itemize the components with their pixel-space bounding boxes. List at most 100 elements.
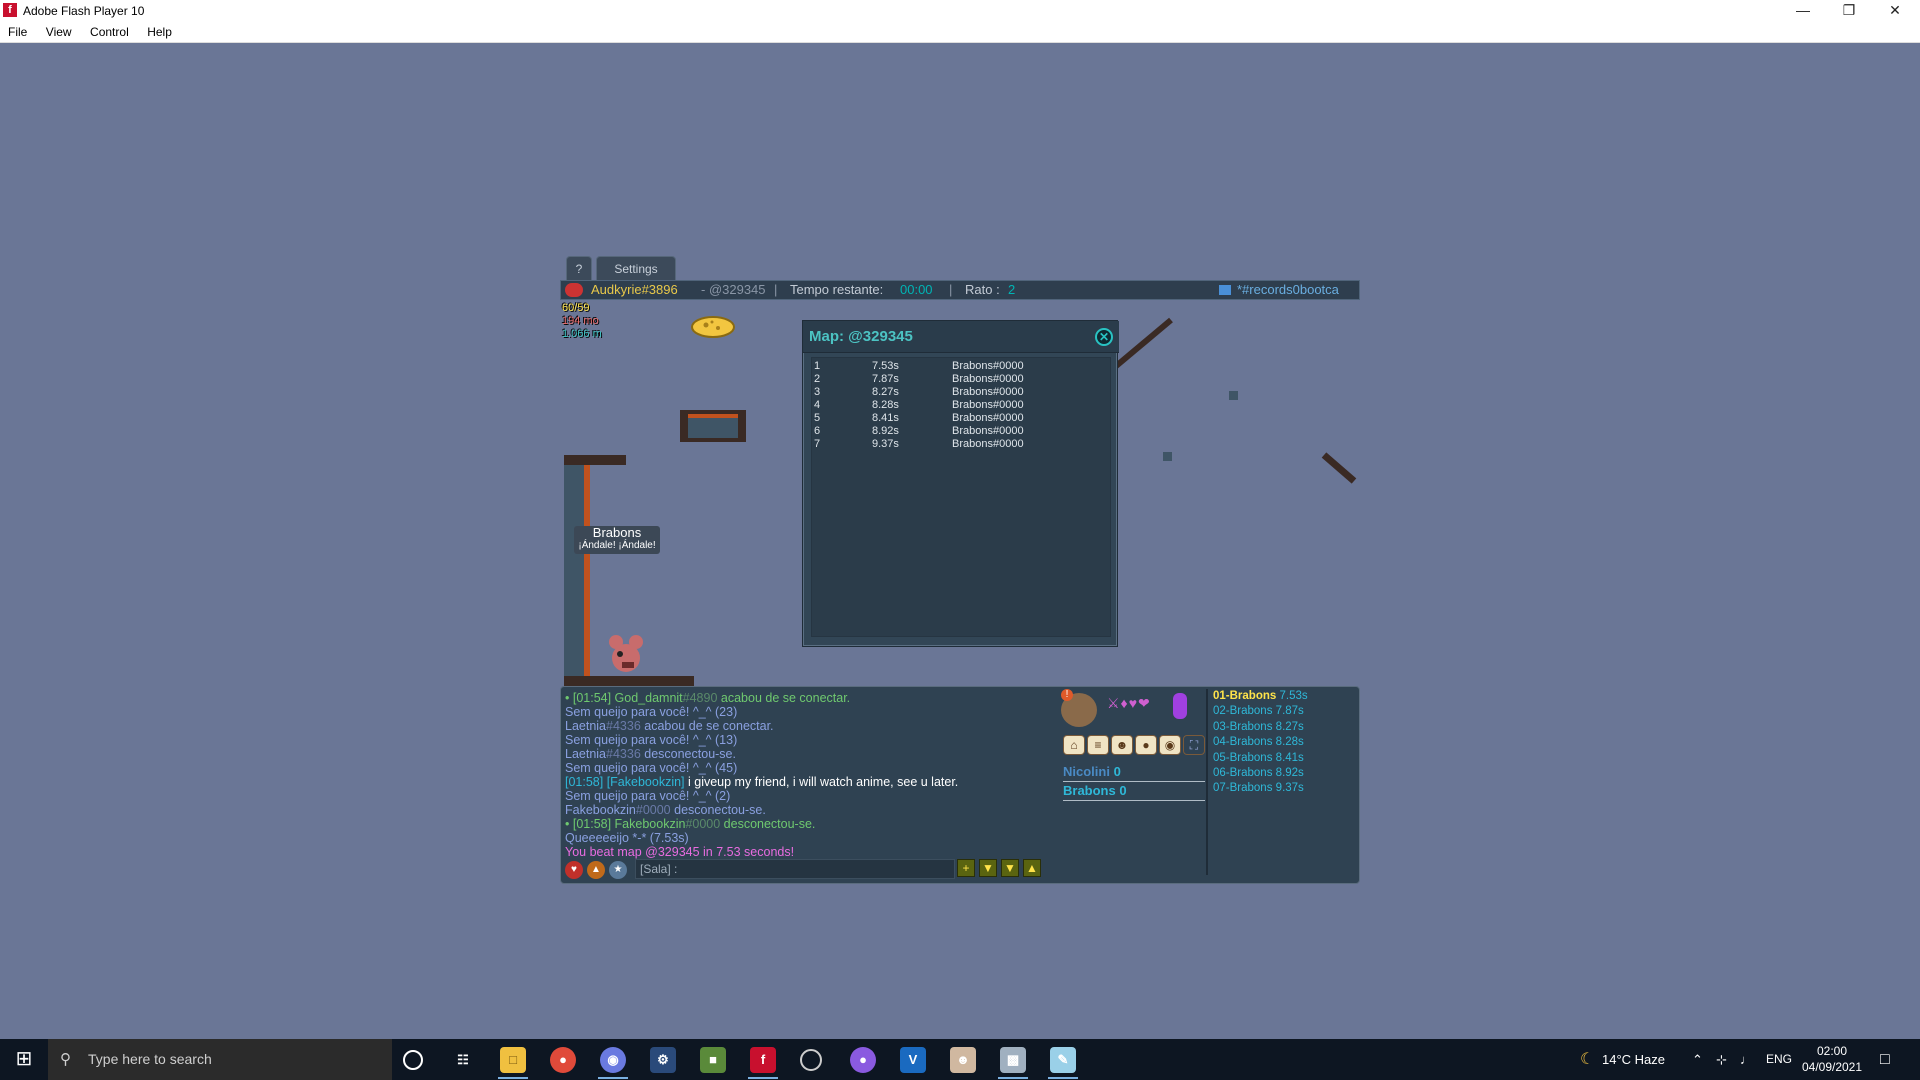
shop-button[interactable]: ⌂ <box>1063 735 1085 755</box>
hud-time-value: 00:00 <box>900 282 933 297</box>
alert-icon[interactable]: ! <box>1061 689 1073 701</box>
game-hud: Audkyrie#3896 - @329345 | Tempo restante… <box>560 280 1360 300</box>
windows-taskbar: ⊞ ⚲ Type here to search ☷ □ ● ◉ ⚙ ■ f ● … <box>0 1039 1920 1080</box>
clock[interactable]: 02:00 04/09/2021 <box>1800 1043 1864 1075</box>
game-launcher-icon[interactable]: ☻ <box>950 1047 976 1073</box>
left-pillar <box>564 465 584 685</box>
start-button[interactable]: ⊞ <box>0 1039 48 1080</box>
plus-icon[interactable]: + <box>957 859 975 877</box>
taskbar-search[interactable]: ⚲ Type here to search <box>48 1039 392 1080</box>
v-app-icon[interactable]: V <box>900 1047 926 1073</box>
mouse-nametag: Brabons ¡Ándale! ¡Ándale! <box>574 526 660 554</box>
obs-icon[interactable] <box>800 1049 822 1071</box>
clock-date: 04/09/2021 <box>1801 1060 1863 1074</box>
volume-icon[interactable]: ♩ <box>1740 1039 1753 1080</box>
close-button[interactable]: ✕ <box>1872 0 1918 22</box>
chat-segment: Sem queijo para você! ^_^ (2) <box>565 789 731 803</box>
cortana-icon[interactable] <box>403 1050 423 1070</box>
minecraft-icon[interactable]: ■ <box>700 1047 726 1073</box>
weather-moon-icon[interactable]: ☾ <box>1580 1039 1594 1080</box>
steam-icon[interactable]: ⚙ <box>650 1047 676 1073</box>
file-explorer-icon[interactable]: □ <box>500 1047 526 1073</box>
chat-segment: #4336 <box>606 747 641 761</box>
shield-icon[interactable]: ▲ <box>587 861 605 879</box>
menu-control[interactable]: Control <box>90 22 129 39</box>
player-stats: 60/59 194 mo 1.066 m <box>562 302 602 341</box>
notifications-icon[interactable]: □ <box>1880 1039 1890 1080</box>
profile-button[interactable]: ☻ <box>1111 735 1133 755</box>
room-player[interactable]: Nicolini 0 <box>1063 763 1205 782</box>
chrome-icon[interactable]: ● <box>550 1047 576 1073</box>
mail-icon[interactable] <box>1219 285 1231 295</box>
ranking-entry[interactable]: 04-Brabons 8.28s <box>1213 735 1353 750</box>
hud-rato-label: Rato : <box>965 282 1000 297</box>
ranking-entry[interactable]: 02-Brabons 7.87s <box>1213 704 1353 719</box>
help-tab[interactable]: ? <box>566 256 592 280</box>
running-indicator <box>598 1077 628 1079</box>
notes-app-icon[interactable]: ✎ <box>1050 1047 1076 1073</box>
chat-segment: Sem queijo para você! ^_^ (13) <box>565 733 738 747</box>
settings-tab[interactable]: Settings <box>596 256 676 280</box>
window-title: Adobe Flash Player 10 <box>23 4 145 18</box>
arrow-up-icon[interactable]: ▲ <box>1023 859 1041 877</box>
chat-segment: • [01:54] God_damnit <box>565 691 683 705</box>
chat-line: Laetnia#4336 acabou de se conectar. <box>565 719 1055 733</box>
fullscreen-button[interactable]: ⛶ <box>1183 735 1205 755</box>
minimize-button[interactable]: — <box>1780 0 1826 22</box>
flash-player-taskbar-icon[interactable]: f <box>750 1047 776 1073</box>
chat-line: Sem queijo para você! ^_^ (2) <box>565 789 1055 803</box>
network-icon[interactable]: ⊹ <box>1716 1039 1727 1080</box>
ranking-entry[interactable]: 06-Brabons 8.92s <box>1213 766 1353 781</box>
discord-icon[interactable]: ◉ <box>600 1047 626 1073</box>
language-indicator[interactable]: ENG <box>1766 1039 1792 1080</box>
chat-segment: You beat map @329345 in 7.53 seconds! <box>565 845 795 859</box>
small-plank <box>1321 452 1357 484</box>
inventory-items-icon[interactable]: ⚔♦♥❤ <box>1107 695 1183 723</box>
hud-map-code[interactable]: - @329345 <box>701 281 766 299</box>
chat-line: You beat map @329345 in 7.53 seconds! <box>565 845 1055 859</box>
orange-pole <box>584 465 590 685</box>
chat-segment: Queeeeeijo *-* (7.53s) <box>565 831 689 845</box>
arrow-down-icon[interactable]: ▼ <box>979 859 997 877</box>
panel-divider <box>1206 689 1208 875</box>
ranking-entry[interactable]: 07-Brabons 9.37s <box>1213 781 1353 796</box>
tribe-icon[interactable]: ★ <box>609 861 627 879</box>
hud-divider: | <box>774 282 778 297</box>
chat-bubble-button[interactable]: ● <box>1135 735 1157 755</box>
menu-help[interactable]: Help <box>147 22 172 39</box>
tray-chevron-icon[interactable]: ⌃ <box>1692 1039 1703 1080</box>
menu-file[interactable]: File <box>8 22 27 39</box>
hud-room-name[interactable]: *#records0bootca <box>1237 281 1339 299</box>
task-view-icon[interactable]: ☷ <box>450 1047 476 1073</box>
arrow-down-2-icon[interactable]: ▼ <box>1001 859 1019 877</box>
app-gray-icon[interactable]: ▩ <box>1000 1047 1026 1073</box>
chat-line: [01:58] [Fakebookzin] i giveup my friend… <box>565 775 1055 789</box>
heart-icon[interactable]: ♥ <box>565 861 583 879</box>
weather-text[interactable]: 14°C Haze <box>1602 1039 1665 1080</box>
ranking-entry[interactable]: 01-Brabons 7.53s <box>1213 689 1353 704</box>
running-indicator <box>1048 1077 1078 1079</box>
box-platform-inner <box>688 418 738 438</box>
discord-button[interactable]: ◉ <box>1159 735 1181 755</box>
window-titlebar: f Adobe Flash Player 10 — ❐ ✕ <box>0 0 1920 22</box>
chat-line: • [01:54] God_damnit#4890 acabou de se c… <box>565 691 1055 705</box>
app-purple-icon[interactable]: ● <box>850 1047 876 1073</box>
record-row: 3 8.27s Brabons#0000 <box>814 386 1024 398</box>
list-button[interactable]: ≡ <box>1087 735 1109 755</box>
chat-segment: desconectou-se. <box>720 817 816 831</box>
menu-view[interactable]: View <box>46 22 72 39</box>
chat-line: Queeeeeijo *-* (7.53s) <box>565 831 1055 845</box>
hud-player-name[interactable]: Audkyrie#3896 <box>591 281 678 299</box>
ranking-entry[interactable]: 03-Brabons 8.27s <box>1213 720 1353 735</box>
mouse-character-icon[interactable] <box>604 630 648 676</box>
restore-button[interactable]: ❐ <box>1826 0 1872 22</box>
chat-segment: [01:58] [Fakebookzin] <box>565 775 685 789</box>
ranking-entry[interactable]: 05-Brabons 8.41s <box>1213 751 1353 766</box>
chat-line: Fakebookzin#0000 desconectou-se. <box>565 803 1055 817</box>
flash-stage: ? Settings Audkyrie#3896 - @329345 | Tem… <box>0 43 1920 1039</box>
chat-input[interactable]: [Sala] : <box>635 859 955 879</box>
popup-close-button[interactable]: ✕ <box>1095 328 1113 346</box>
chat-input-row: ♥ ▲ ★ [Sala] : <box>565 859 955 879</box>
stat-meters: 1.066 m <box>562 328 602 340</box>
room-player[interactable]: Brabons 0 <box>1063 782 1205 801</box>
